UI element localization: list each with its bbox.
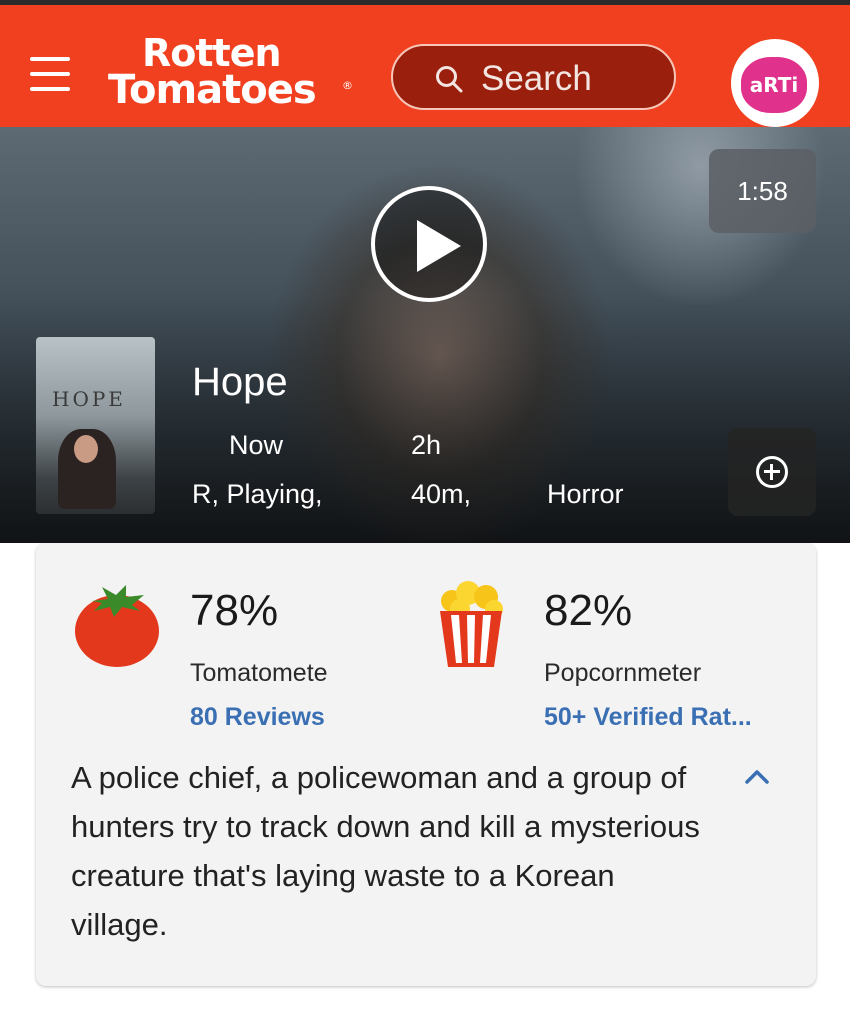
poster-face xyxy=(74,435,98,463)
runtime-line-1: 2h xyxy=(411,430,442,460)
movie-title: Hope xyxy=(192,360,288,404)
poster-title: HOPE xyxy=(52,387,126,411)
tomato-icon xyxy=(75,585,159,667)
rating-status-line-1: Now xyxy=(229,430,284,460)
play-icon[interactable] xyxy=(371,186,487,302)
tomatometer-reviews-link[interactable]: 80 Reviews xyxy=(190,703,325,732)
popcorn-icon xyxy=(440,581,503,667)
rotten-tomatoes-logo[interactable]: Rotten Tomatoes ® xyxy=(108,33,353,115)
trailer-hero[interactable]: 1:58 HOPE Hope Now R, Playing, 2h 40m, H… xyxy=(0,127,850,543)
popcornmeter-ratings-link[interactable]: 50+ Verified Rat... xyxy=(544,703,752,732)
chevron-up-icon[interactable] xyxy=(742,765,772,787)
movie-synopsis: A police chief, a policewoman and a grou… xyxy=(71,760,700,942)
logo-line-2: Tomatoes xyxy=(108,67,317,113)
search-placeholder: Search xyxy=(481,59,592,98)
arti-avatar-button[interactable]: aRTi xyxy=(731,39,819,127)
runtime-line-2: 40m, xyxy=(411,479,472,509)
logo-registered-mark: ® xyxy=(342,79,353,92)
trailer-duration: 1:58 xyxy=(709,149,816,233)
rating-status-line-2: R, Playing, xyxy=(192,479,323,509)
popcornmeter-label: Popcornmeter xyxy=(544,659,702,687)
search-input[interactable]: Search xyxy=(391,44,676,110)
genre: Horror xyxy=(547,479,624,509)
tomatometer-score: 78% xyxy=(190,586,279,635)
menu-icon[interactable] xyxy=(30,57,70,91)
scores-card: 78% Tomatomete 80 Reviews 82% Popcornmet… xyxy=(36,543,816,986)
search-icon xyxy=(436,66,463,93)
avatar-text: aRTi xyxy=(749,73,799,97)
tomatometer-label: Tomatomete xyxy=(190,659,328,687)
app-header: Rotten Tomatoes ® Search aRTi xyxy=(0,5,850,127)
add-to-watchlist-button[interactable] xyxy=(728,428,816,516)
movie-poster[interactable]: HOPE xyxy=(36,337,155,514)
popcornmeter-score: 82% xyxy=(544,586,633,635)
